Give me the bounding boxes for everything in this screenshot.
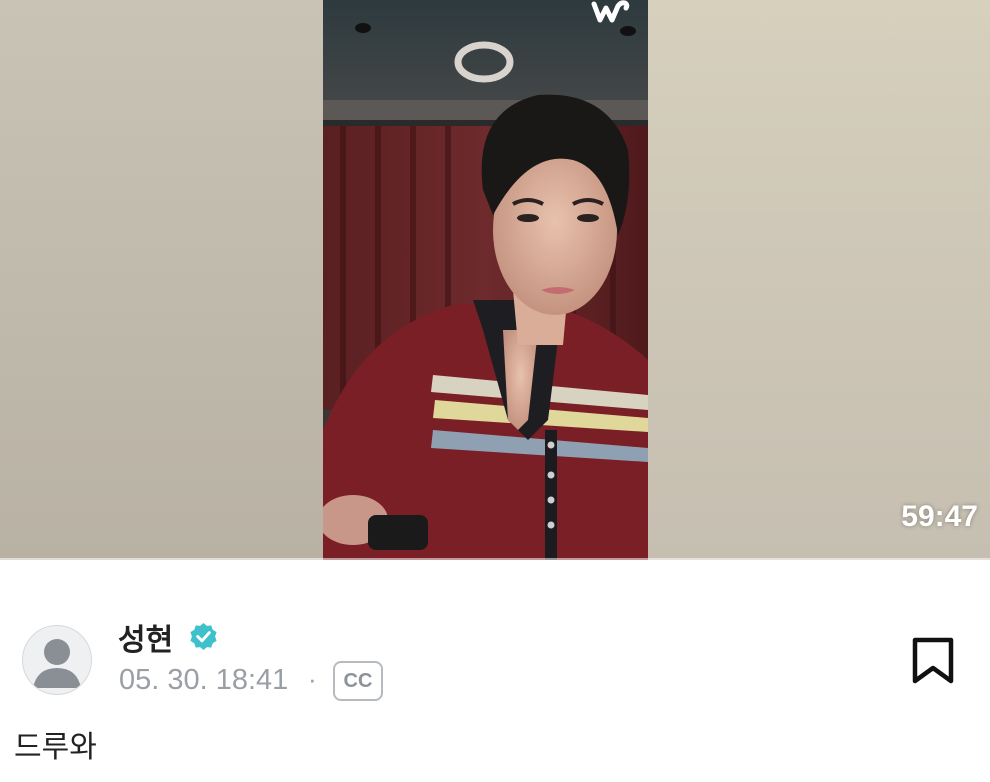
video-blurred-backdrop-right bbox=[648, 0, 990, 560]
weverse-w-icon bbox=[591, 0, 630, 23]
bookmark-icon[interactable] bbox=[911, 637, 955, 685]
verified-badge-icon bbox=[190, 622, 217, 651]
closed-caption-badge: CC bbox=[333, 661, 383, 701]
post-caption: 드루와 bbox=[14, 730, 97, 765]
author-avatar[interactable] bbox=[22, 625, 92, 695]
meta-separator: · bbox=[308, 664, 317, 694]
default-avatar-icon bbox=[33, 639, 81, 688]
video-progress-track bbox=[0, 558, 990, 562]
video-frame[interactable] bbox=[323, 0, 648, 560]
video-thumbnail-image bbox=[323, 0, 648, 560]
post-timestamp: 05. 30. 18:41 bbox=[119, 664, 289, 696]
video-player[interactable]: 59:47 bbox=[0, 0, 990, 560]
author-name[interactable]: 성현 bbox=[118, 615, 173, 659]
video-duration: 59:47 bbox=[901, 500, 978, 533]
video-blurred-backdrop-left bbox=[0, 0, 323, 560]
